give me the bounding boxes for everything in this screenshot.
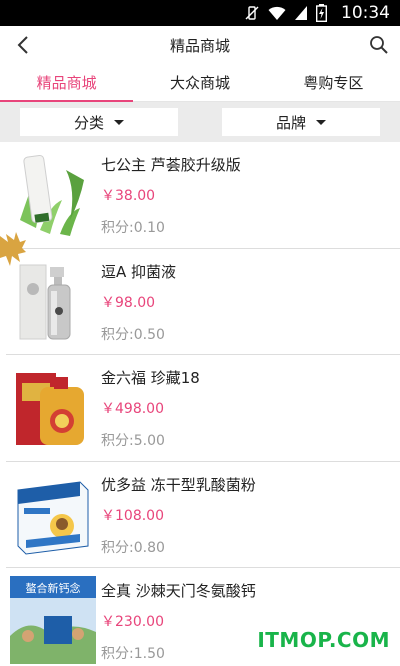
tab-premium-mall[interactable]: 精品商城 <box>0 64 134 102</box>
watermark-text: ITMOP.COM <box>257 628 390 652</box>
product-list: 七公主 芦荟胶升级版 ￥38.00 积分:0.10 逗A 抑菌液 ￥98.00 … <box>0 142 400 666</box>
category-filter-button[interactable]: 分类 <box>20 108 178 136</box>
product-item[interactable]: 逗A 抑菌液 ￥98.00 积分:0.50 <box>6 249 400 355</box>
product-image-calcium-box: 螯合新钙念 <box>10 576 96 664</box>
maple-leaf-icon <box>0 232 26 270</box>
product-name: 优多益 冻干型乳酸菌粉 <box>101 475 256 494</box>
product-points: 积分:1.50 <box>101 646 165 662</box>
back-arrow-icon[interactable] <box>10 32 36 58</box>
product-item[interactable]: 优多益 冻干型乳酸菌粉 ￥108.00 积分:0.80 <box>6 462 400 568</box>
product-points: 积分:0.10 <box>101 220 165 236</box>
vibrate-off-icon <box>244 5 260 21</box>
product-name: 七公主 芦荟胶升级版 <box>101 156 241 174</box>
product-price: ￥230.00 <box>101 614 164 630</box>
product-image-aloe-gel <box>10 150 96 238</box>
search-icon[interactable] <box>366 32 392 58</box>
tab-popular-mall[interactable]: 大众商城 <box>133 64 266 101</box>
signal-icon <box>294 5 308 21</box>
product-image-probiotic-box <box>10 469 96 558</box>
app-bar: 精品商城 <box>0 26 400 64</box>
status-time: 10:34 <box>341 3 390 23</box>
product-name: 全真 沙棘天门冬氨酸钙 <box>101 582 256 600</box>
product-name: 逗A 抑菌液 <box>101 262 177 281</box>
product-item[interactable]: 七公主 芦荟胶升级版 ￥38.00 积分:0.10 <box>6 142 400 249</box>
product-price: ￥108.00 <box>101 507 164 524</box>
status-bar: 10:34 <box>0 0 400 26</box>
tab-guangdong-zone[interactable]: 粤购专区 <box>267 64 400 101</box>
product-price: ￥498.00 <box>101 401 164 417</box>
product-points: 积分:0.50 <box>101 326 165 343</box>
calcium-box-label: 螯合新钙念 <box>26 581 81 595</box>
mall-tabs: 精品商城 大众商城 粤购专区 <box>0 64 400 102</box>
product-price: ￥98.00 <box>101 294 156 311</box>
caret-down-icon <box>114 119 124 125</box>
product-name: 金六福 珍藏18 <box>101 369 200 387</box>
product-item[interactable]: 金六福 珍藏18 ￥498.00 积分:5.00 <box>6 355 400 462</box>
product-points: 积分:0.80 <box>101 539 165 556</box>
brand-filter-button[interactable]: 品牌 <box>222 108 380 136</box>
category-filter-label: 分类 <box>73 113 104 132</box>
filter-bar: 分类 品牌 <box>0 102 400 142</box>
wifi-icon <box>268 5 286 21</box>
product-points: 积分:5.00 <box>101 433 165 449</box>
page-title: 精品商城 <box>169 36 230 55</box>
product-price: ￥38.00 <box>101 188 156 204</box>
product-image-liquor-gift-box <box>10 363 96 451</box>
caret-down-icon <box>316 119 326 125</box>
brand-filter-label: 品牌 <box>275 113 306 132</box>
battery-icon <box>316 4 327 22</box>
